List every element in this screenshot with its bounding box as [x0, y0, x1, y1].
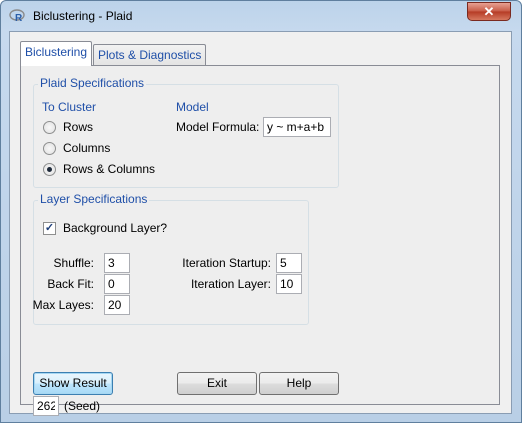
radio-rows-columns[interactable]: [43, 163, 56, 176]
iteration-startup-input[interactable]: [276, 253, 302, 273]
tab-panel-biclustering: Plaid Specifications To Cluster Rows Col…: [20, 65, 500, 416]
seed-label: (Seed): [64, 399, 101, 413]
tab-biclustering[interactable]: Biclustering: [20, 41, 93, 66]
layer-specifications-group: Layer Specifications ✓ Background Layer?…: [32, 192, 309, 325]
svg-text:R: R: [15, 13, 23, 23]
back-fit-label: Back Fit:: [47, 277, 94, 291]
model-formula-input[interactable]: [263, 117, 331, 137]
plaid-specifications-group: Plaid Specifications To Cluster Rows Col…: [33, 76, 339, 188]
close-button[interactable]: ✕: [467, 2, 511, 21]
model-heading: Model: [176, 100, 209, 114]
layer-specifications-title: Layer Specifications: [38, 192, 150, 206]
background-layer-label[interactable]: Background Layer?: [63, 221, 167, 235]
title-bar[interactable]: R Biclustering - Plaid ✕: [1, 1, 521, 31]
help-button[interactable]: Help: [259, 372, 339, 395]
dialog-window: R Biclustering - Plaid ✕ Biclustering Pl…: [0, 0, 522, 423]
window-title: Biclustering - Plaid: [33, 9, 133, 23]
background-layer-checkbox[interactable]: ✓: [43, 222, 56, 235]
tab-plots-diagnostics[interactable]: Plots & Diagnostics: [93, 44, 207, 66]
shuffle-label: Shuffle:: [53, 256, 94, 270]
show-result-button[interactable]: Show Result: [33, 372, 113, 395]
seed-input[interactable]: [33, 396, 59, 416]
exit-button[interactable]: Exit: [177, 372, 257, 395]
radio-columns[interactable]: [43, 142, 56, 155]
plaid-specifications-title: Plaid Specifications: [38, 76, 147, 90]
iteration-startup-label: Iteration Startup:: [182, 256, 271, 270]
radio-rows[interactable]: [43, 121, 56, 134]
back-fit-input[interactable]: [104, 274, 130, 294]
max-layes-label: Max Layes:: [32, 298, 94, 312]
client-area: Biclustering Plots & Diagnostics Plaid S…: [9, 31, 512, 416]
to-cluster-heading: To Cluster: [42, 100, 97, 114]
max-layes-input[interactable]: [104, 295, 130, 315]
iteration-layer-label: Iteration Layer:: [190, 277, 271, 291]
radio-rows-label[interactable]: Rows: [63, 120, 93, 134]
shuffle-input[interactable]: [104, 253, 130, 273]
iteration-layer-input[interactable]: [276, 274, 302, 294]
radio-columns-label[interactable]: Columns: [63, 141, 110, 155]
r-logo-icon: R: [9, 9, 25, 23]
model-formula-label: Model Formula:: [176, 120, 260, 134]
radio-rows-columns-label[interactable]: Rows & Columns: [63, 162, 155, 176]
